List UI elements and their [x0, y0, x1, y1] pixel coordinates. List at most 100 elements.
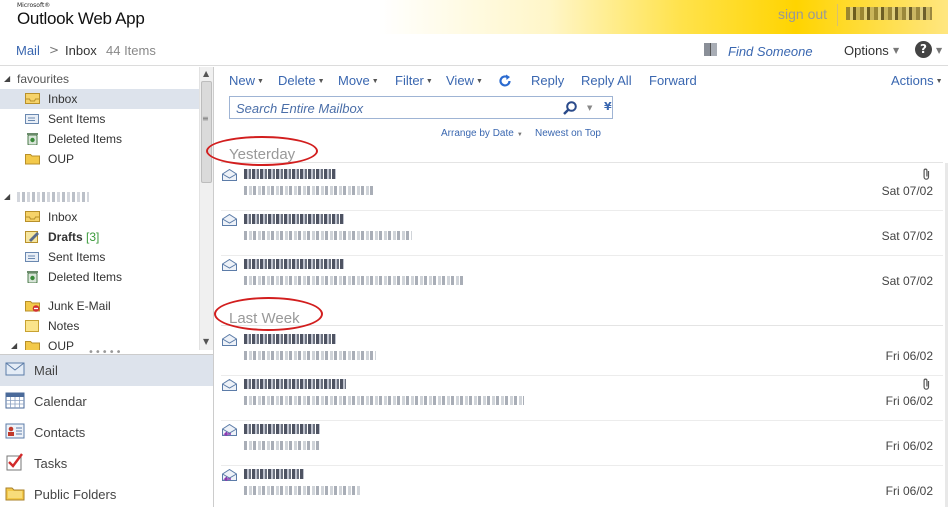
message-row[interactable]: Sat 07/02: [215, 166, 943, 211]
nav-calendar[interactable]: Calendar: [0, 386, 213, 417]
folder-icon: [25, 154, 40, 165]
sign-out-link[interactable]: sign out: [778, 6, 827, 22]
message-date: Fri 06/02: [885, 394, 933, 408]
favourite-oup[interactable]: OUP: [0, 149, 199, 169]
favourite-sent-items[interactable]: Sent Items: [0, 109, 199, 129]
junk-mail-icon: [25, 301, 40, 312]
nav-mail[interactable]: Mail: [0, 355, 213, 386]
message-date: Fri 06/02: [885, 349, 933, 363]
arrange-by-label: Arrange by Date: [441, 128, 514, 139]
mailbox-drafts[interactable]: Drafts [3]: [0, 227, 199, 247]
search-icon[interactable]: [562, 100, 578, 116]
message-row[interactable]: Fri 06/02: [215, 331, 943, 376]
view-button[interactable]: View ▼: [446, 73, 483, 88]
options-dropdown-icon[interactable]: ▼: [893, 46, 899, 55]
nav-contacts[interactable]: Contacts: [0, 417, 213, 448]
top-header: Microsoft® Outlook Web App sign out: [0, 0, 948, 34]
favourite-inbox[interactable]: Inbox: [0, 89, 199, 109]
envelope-read-icon: [222, 379, 237, 391]
folder-label: OUP: [48, 339, 75, 350]
mailbox-sent-items[interactable]: Sent Items: [0, 247, 199, 267]
folder-label: Junk E-Mail: [48, 299, 111, 313]
logo-app-name: Outlook Web App: [17, 9, 145, 28]
envelope-read-icon: [222, 214, 237, 226]
envelope-read-icon: [222, 259, 237, 271]
mailbox-inbox[interactable]: Inbox: [0, 207, 199, 227]
folder-label: Sent Items: [48, 250, 106, 264]
help-dropdown-icon[interactable]: ▼: [936, 46, 942, 55]
dropdown-arrow-icon: ▼: [475, 78, 483, 85]
sort-order-toggle[interactable]: Newest on Top: [535, 128, 601, 139]
collapse-caret-icon[interactable]: ◢: [11, 341, 17, 350]
collapse-caret-icon[interactable]: ◢: [4, 74, 10, 83]
search-input[interactable]: Search Entire Mailbox ▼: [229, 96, 613, 119]
favourite-deleted-items[interactable]: Deleted Items: [0, 129, 199, 149]
delete-button[interactable]: Delete ▼: [278, 73, 325, 88]
scroll-thumb[interactable]: [201, 81, 212, 183]
mailbox-account-blurred: [17, 192, 89, 202]
folder-scrollbar[interactable]: ▲ ≡ ▼: [199, 67, 213, 350]
filter-button[interactable]: Filter ▼: [395, 73, 433, 88]
outlook-logo: Microsoft® Outlook Web App: [17, 2, 145, 29]
envelope-replied-icon: [222, 469, 237, 481]
message-date: Sat 07/02: [881, 229, 933, 243]
folder-pane: ◢ favourites Inbox Sent Items Deleted It…: [0, 67, 214, 507]
inbox-icon: [25, 93, 40, 104]
expand-search-icon[interactable]: ¥: [604, 100, 612, 113]
dropdown-arrow-icon: ▼: [935, 78, 943, 85]
move-button[interactable]: Move ▼: [338, 73, 379, 88]
message-row[interactable]: Fri 06/02: [215, 466, 943, 507]
reply-button[interactable]: Reply: [531, 73, 564, 88]
subject-blurred: [244, 441, 320, 450]
forward-button[interactable]: Forward: [649, 73, 697, 88]
dropdown-arrow-icon: ▼: [371, 78, 379, 85]
attachment-icon: [923, 378, 930, 390]
mailbox-junk-email[interactable]: Junk E-Mail: [0, 296, 199, 316]
collapse-caret-icon[interactable]: ◢: [4, 192, 10, 201]
reply-all-button[interactable]: Reply All: [581, 73, 632, 88]
inbox-icon: [25, 211, 40, 222]
scroll-down-icon[interactable]: ▼: [203, 337, 209, 346]
address-book-icon[interactable]: [703, 42, 719, 57]
subject-blurred: [244, 351, 376, 360]
sender-blurred: [244, 424, 320, 434]
help-icon[interactable]: ?: [915, 41, 932, 58]
folder-label: Sent Items: [48, 112, 106, 126]
subject-blurred: [244, 396, 524, 405]
refresh-icon[interactable]: [498, 74, 512, 88]
sender-blurred: [244, 379, 346, 389]
message-row[interactable]: Sat 07/02: [215, 211, 943, 256]
sent-items-icon: [25, 114, 39, 124]
nav-label: Mail: [34, 363, 58, 378]
public-folders-icon: [5, 487, 25, 501]
scroll-up-icon[interactable]: ▲: [203, 69, 209, 78]
new-button[interactable]: New ▼: [229, 73, 264, 88]
logo-microsoft: Microsoft®: [17, 2, 51, 9]
envelope-read-icon: [222, 169, 237, 181]
favourites-header[interactable]: ◢ favourites: [0, 69, 199, 89]
sender-blurred: [244, 334, 336, 344]
message-row[interactable]: Fri 06/02: [215, 421, 943, 466]
nav-public-folders[interactable]: Public Folders: [0, 479, 213, 507]
message-date: Sat 07/02: [881, 184, 933, 198]
message-row[interactable]: Fri 06/02: [215, 376, 943, 421]
options-menu[interactable]: Options: [844, 43, 889, 58]
search-scope-dropdown-icon[interactable]: ▼: [587, 104, 592, 112]
nav-label: Calendar: [34, 394, 87, 409]
breadcrumb-mail-link[interactable]: Mail: [16, 43, 40, 58]
search-placeholder: Search Entire Mailbox: [236, 101, 364, 116]
message-row[interactable]: Sat 07/02: [215, 256, 943, 301]
arrange-by-menu[interactable]: Arrange by Date ▼: [441, 128, 523, 139]
mailbox-deleted-items[interactable]: Deleted Items: [0, 267, 199, 287]
actions-button[interactable]: Actions ▼: [891, 73, 943, 88]
nav-tasks[interactable]: Tasks: [0, 448, 213, 479]
find-someone-link[interactable]: Find Someone: [728, 44, 813, 59]
highlight-circle-annotation: [214, 297, 323, 331]
envelope-read-icon: [222, 334, 237, 346]
mailbox-notes[interactable]: Notes: [0, 316, 199, 336]
dropdown-arrow-icon: ▼: [516, 132, 523, 138]
subject-blurred: [244, 486, 360, 495]
message-date: Fri 06/02: [885, 439, 933, 453]
message-date: Fri 06/02: [885, 484, 933, 498]
mailbox-header[interactable]: ◢: [0, 187, 199, 207]
